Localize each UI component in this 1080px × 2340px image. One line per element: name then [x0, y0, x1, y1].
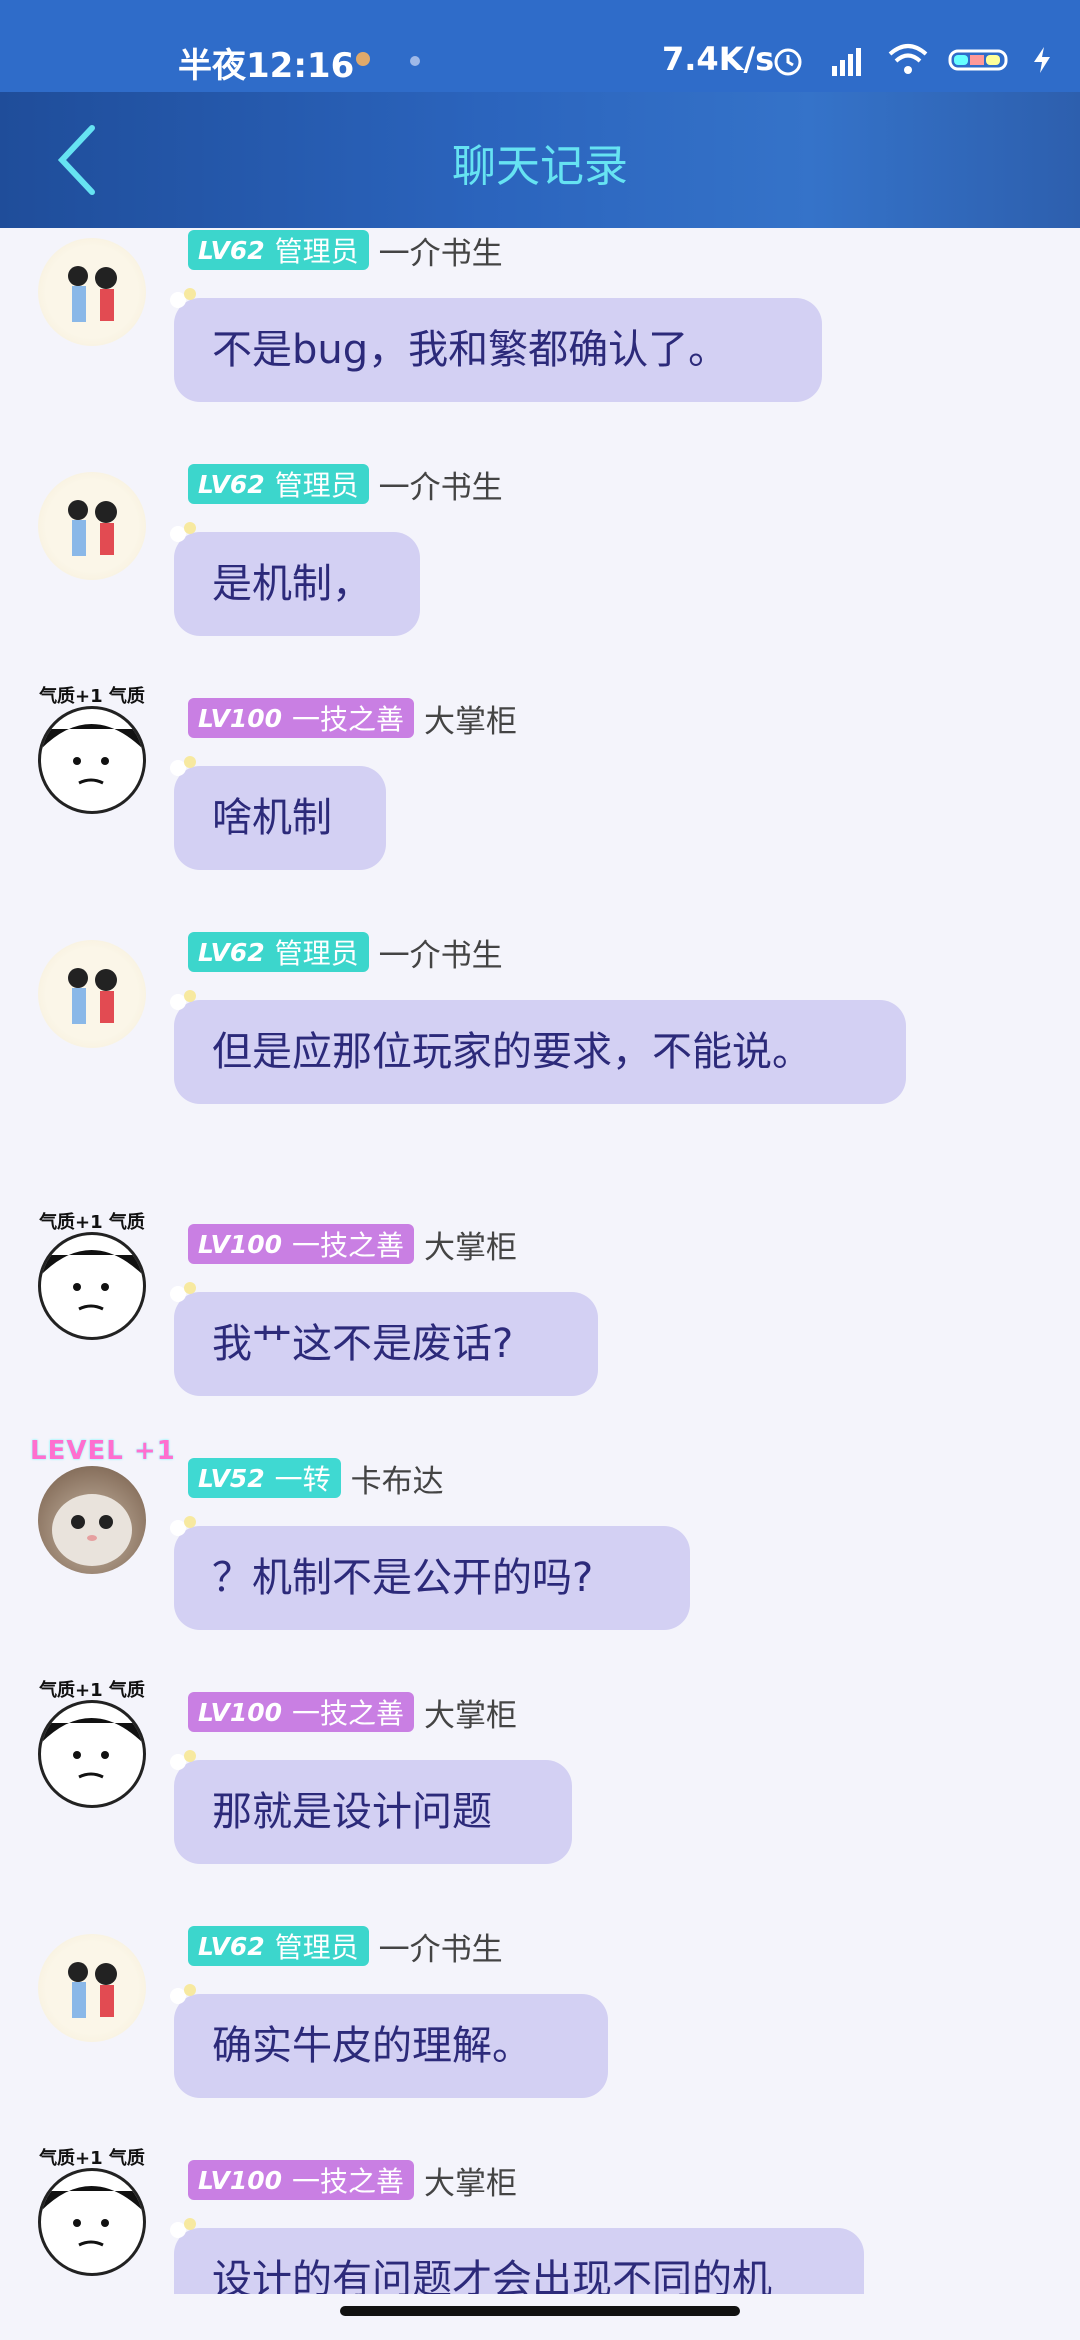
chat-message: 气质+1 气质+1 LV100一技之善 大掌柜 设计的有问题才会出现不同的机 [0, 2150, 1080, 2294]
message-text: ？机制不是公开的吗? [212, 1555, 594, 1601]
bubble-decoration-icon [170, 1750, 196, 1770]
message-text: 啥机制 [212, 795, 332, 841]
battery-icon [948, 49, 1008, 71]
level-badge: LV62 管理员 [188, 1926, 369, 1966]
message-bubble[interactable]: 啥机制 [170, 756, 386, 870]
chat-message: 气质+1 气质+1 LV100一技之善 大掌柜 那就是设计问题 [0, 1682, 1080, 1924]
bubble-decoration-icon [170, 756, 196, 776]
app-header: 聊天记录 [0, 92, 1080, 228]
sender-name: 卡布达 [350, 1463, 444, 1500]
avatar[interactable] [38, 1934, 146, 2042]
bubble-decoration-icon [170, 288, 196, 308]
level-badge: LV62 管理员 [188, 932, 369, 972]
level-badge: LV100 一技之善 [188, 1692, 415, 1732]
net-speed: 7.4K/s [662, 40, 775, 78]
sender-name: 大掌柜 [424, 703, 518, 740]
sender-name: 一介书生 [378, 937, 503, 974]
message-bubble[interactable]: 是机制， [170, 522, 420, 636]
message-meta: LV100 一技之善 大掌柜 [188, 698, 518, 740]
avatar[interactable] [38, 1232, 146, 1340]
chat-message: LV62 管理员 一介书生 确实牛皮的理解。 [0, 1924, 1080, 2158]
message-text: 设计的有问题才会出现不同的机 [212, 2257, 772, 2294]
sender-name: 大掌柜 [424, 2165, 518, 2202]
sender-name: 大掌柜 [424, 1697, 518, 1734]
status-bar: 半夜12:16 7.4K/s [0, 0, 1080, 92]
status-icons [770, 38, 1054, 82]
message-bubble[interactable]: 但是应那位玩家的要求，不能说。 [170, 990, 906, 1104]
notification-icon [356, 52, 370, 66]
avatar[interactable] [38, 1700, 146, 1808]
level-badge: LV100 一技之善 [188, 1224, 415, 1264]
message-text: 确实牛皮的理解。 [212, 2023, 532, 2069]
sender-name: 大掌柜 [424, 1229, 518, 1266]
message-text: 不是bug，我和繁都确认了。 [212, 327, 729, 373]
message-meta: LV100 一技之善 大掌柜 [188, 1224, 518, 1266]
wifi-icon [888, 44, 928, 74]
chat-history[interactable]: LV62 管理员 一介书生 不是bug，我和繁都确认了。 LV62 管理员 一介书生… [0, 228, 1080, 2294]
message-bubble[interactable]: 设计的有问题才会出现不同的机 [170, 2218, 864, 2294]
chat-message: LV62 管理员 一介书生 但是应那位玩家的要求，不能说。 [0, 930, 1080, 1222]
message-bubble[interactable]: ？机制不是公开的吗? [170, 1516, 690, 1630]
bubble-decoration-icon [170, 990, 196, 1010]
message-meta: LV62 管理员 一介书生 [188, 230, 503, 272]
message-bubble[interactable]: 那就是设计问题 [170, 1750, 572, 1864]
chat-message: 气质+1 气质+1 LV100一技之善 大掌柜 啥机制 [0, 688, 1080, 930]
message-meta: LV62 管理员 一介书生 [188, 932, 503, 974]
sender-name: 一介书生 [378, 235, 503, 272]
chat-message: LV62 管理员 一介书生 不是bug，我和繁都确认了。 [0, 228, 1080, 462]
level-badge: LV52 一转 [188, 1458, 341, 1498]
bubble-decoration-icon [170, 1516, 196, 1536]
avatar[interactable] [38, 1466, 146, 1574]
avatar[interactable] [38, 706, 146, 814]
notification-icon-2 [410, 56, 420, 66]
charging-icon [1034, 47, 1050, 73]
sender-name: 一介书生 [378, 1931, 503, 1968]
sender-name: 一介书生 [378, 469, 503, 506]
avatar-frame-tag: LEVEL +1 [30, 1436, 176, 1466]
chat-message: 气质+1 气质+1 LV100一技之善 大掌柜 我艹这不是废话? [0, 1214, 1080, 1456]
home-indicator[interactable] [340, 2306, 740, 2316]
page-title: 聊天记录 [452, 141, 628, 192]
avatar[interactable] [38, 2168, 146, 2276]
message-meta: LV52 一转 卡布达 [188, 1458, 444, 1500]
message-bubble[interactable]: 不是bug，我和繁都确认了。 [170, 288, 822, 402]
bubble-decoration-icon [170, 2218, 196, 2238]
hd-signal-icon [832, 48, 861, 76]
message-text: 是机制， [212, 561, 372, 607]
alarm-icon [774, 48, 802, 76]
message-text: 但是应那位玩家的要求，不能说。 [212, 1029, 812, 1075]
level-badge: LV62 管理员 [188, 230, 369, 270]
message-meta: LV62 管理员 一介书生 [188, 464, 503, 506]
chat-message: LEVEL +1 LV52 一转 卡布达 ？机制不是公开的吗? [0, 1436, 1080, 1690]
bubble-decoration-icon [170, 1984, 196, 2004]
bubble-decoration-icon [170, 522, 196, 542]
bubble-decoration-icon [170, 1282, 196, 1302]
level-badge: LV100 一技之善 [188, 698, 415, 738]
avatar[interactable] [38, 238, 146, 346]
message-meta: LV100 一技之善 大掌柜 [188, 1692, 518, 1734]
avatar[interactable] [38, 472, 146, 580]
message-text: 那就是设计问题 [212, 1789, 492, 1835]
status-time: 半夜12:16 [178, 46, 355, 86]
message-text: 我艹这不是废话? [212, 1321, 514, 1367]
chat-message: LV62 管理员 一介书生 是机制， [0, 462, 1080, 696]
level-badge: LV62 管理员 [188, 464, 369, 504]
message-meta: LV62 管理员 一介书生 [188, 1926, 503, 1968]
message-meta: LV100 一技之善 大掌柜 [188, 2160, 518, 2202]
message-bubble[interactable]: 确实牛皮的理解。 [170, 1984, 608, 2098]
level-badge: LV100 一技之善 [188, 2160, 415, 2200]
avatar[interactable] [38, 940, 146, 1048]
message-bubble[interactable]: 我艹这不是废话? [170, 1282, 598, 1396]
